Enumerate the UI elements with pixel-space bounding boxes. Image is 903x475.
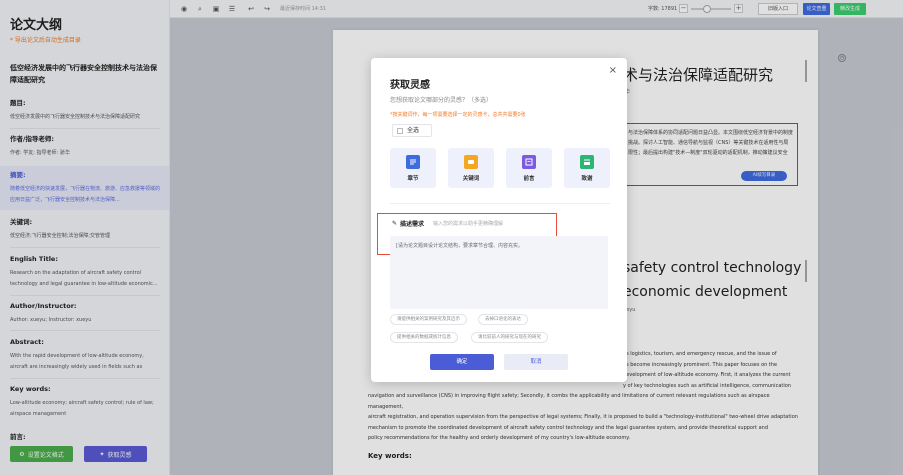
card-label: 章节 bbox=[407, 175, 419, 182]
describe-needs-label: ✎ 描述需求 bbox=[392, 219, 424, 228]
keyword-icon bbox=[464, 154, 478, 169]
card-label: 关键词 bbox=[462, 175, 480, 182]
select-all-label: 全选 bbox=[407, 127, 420, 134]
dialog-warning: *按关键词作，每一项需要选择一定的灵感卡，总共共需要0张 bbox=[390, 112, 526, 118]
divider bbox=[390, 203, 610, 204]
checkbox-icon bbox=[397, 127, 403, 134]
needs-textarea[interactable]: [请为论文题目设计论文结构，要求章节合理、内容充实。 bbox=[390, 236, 608, 309]
confirm-button[interactable]: 确定 bbox=[430, 354, 494, 370]
dialog-title: 获取灵感 bbox=[390, 80, 430, 91]
close-icon[interactable]: × bbox=[609, 65, 617, 76]
textarea-placeholder: [请为论文题目设计论文结构，要求章节合理、内容充实。 bbox=[396, 243, 523, 249]
pencil-icon: ✎ bbox=[392, 220, 398, 227]
cancel-button[interactable]: 取消 bbox=[504, 354, 568, 370]
inspiration-cards: 章节 关键词 前言 致谢 bbox=[390, 148, 610, 188]
card-label: 前言 bbox=[523, 175, 535, 182]
select-all-checkbox[interactable]: 全选 bbox=[392, 124, 432, 137]
card-chapter[interactable]: 章节 bbox=[390, 148, 436, 188]
inspiration-dialog: × 获取灵感 您想获取论文哪部分的灵感？（多选） *按关键词作，每一项需要选择一… bbox=[371, 58, 627, 382]
card-acknowledgement[interactable]: 致谢 bbox=[564, 148, 610, 188]
card-preface[interactable]: 前言 bbox=[506, 148, 552, 188]
acknowledgement-icon bbox=[580, 154, 594, 169]
suggestion-chip[interactable]: 请提供相关的案例研究及其启示 bbox=[390, 314, 467, 325]
suggestion-chip[interactable]: 请比较前人的研究与现在的研究 bbox=[471, 332, 548, 343]
card-label: 致谢 bbox=[581, 175, 593, 182]
describe-needs-text: 描述需求 bbox=[400, 221, 425, 228]
card-keywords[interactable]: 关键词 bbox=[448, 148, 494, 188]
suggestion-chip[interactable]: 提供相关的数据或统计信息 bbox=[390, 332, 458, 343]
preface-icon bbox=[522, 154, 536, 169]
describe-needs-hint: 输入您的需求以助手更精确理解 bbox=[433, 221, 504, 227]
chapter-icon bbox=[406, 154, 420, 169]
dialog-subtitle: 您想获取论文哪部分的灵感？（多选） bbox=[390, 97, 493, 104]
suggestion-chip[interactable]: 去掉口语化的表达 bbox=[478, 314, 528, 325]
